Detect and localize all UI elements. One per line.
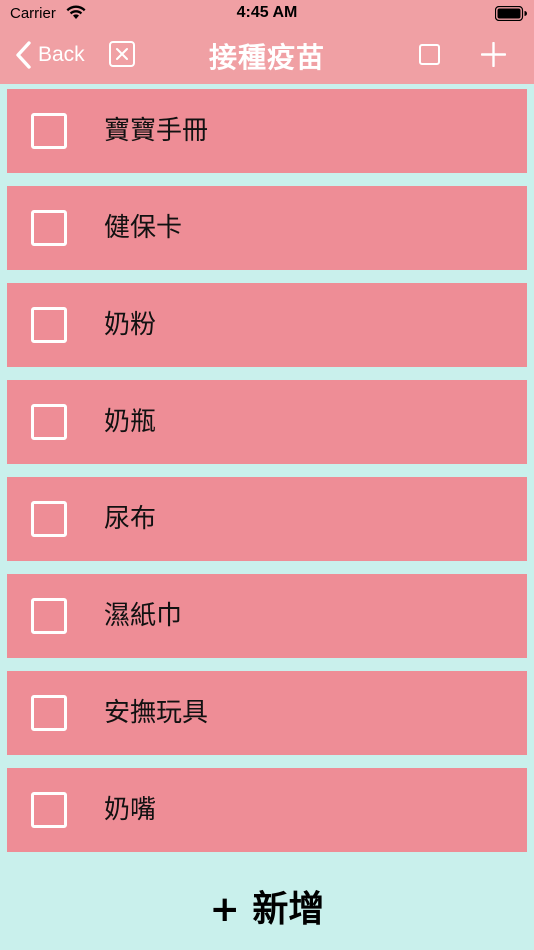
- plus-icon[interactable]: [481, 42, 506, 67]
- checklist: 寶寶手冊 健保卡 奶粉 奶瓶 尿布 濕紙巾 安撫玩具 奶嘴: [7, 89, 527, 865]
- list-item[interactable]: 濕紙巾: [7, 574, 527, 658]
- battery-icon: [495, 6, 527, 21]
- item-checkbox[interactable]: [31, 695, 67, 731]
- item-label: 濕紙巾: [104, 601, 183, 631]
- navigation-bar: Back 接種疫苗: [0, 28, 534, 84]
- status-time: 4:45 AM: [236, 4, 298, 21]
- item-label: 奶瓶: [104, 407, 157, 437]
- list-item[interactable]: 安撫玩具: [7, 671, 527, 755]
- item-checkbox[interactable]: [31, 792, 67, 828]
- item-checkbox[interactable]: [31, 404, 67, 440]
- page-title: 接種疫苗: [208, 41, 325, 74]
- item-label: 奶嘴: [104, 795, 157, 825]
- list-item[interactable]: 寶寶手冊: [7, 89, 527, 173]
- item-label: 尿布: [104, 504, 157, 534]
- item-checkbox[interactable]: [31, 113, 67, 149]
- top-bar: Carrier 4:45 AM Back 接種疫苗: [0, 0, 534, 84]
- list-item[interactable]: 健保卡: [7, 186, 527, 270]
- item-label: 安撫玩具: [104, 698, 209, 728]
- list-item[interactable]: 尿布: [7, 477, 527, 561]
- select-all-checkbox-icon[interactable]: [419, 44, 440, 65]
- status-bar: Carrier 4:45 AM: [0, 0, 534, 28]
- item-checkbox[interactable]: [31, 307, 67, 343]
- item-label: 奶粉: [104, 310, 157, 340]
- item-label: 健保卡: [104, 213, 183, 243]
- item-checkbox[interactable]: [31, 598, 67, 634]
- list-item[interactable]: 奶瓶: [7, 380, 527, 464]
- item-checkbox[interactable]: [31, 210, 67, 246]
- item-label: 寶寶手冊: [104, 116, 209, 146]
- list-item[interactable]: 奶粉: [7, 283, 527, 367]
- item-checkbox[interactable]: [31, 501, 67, 537]
- list-item[interactable]: 奶嘴: [7, 768, 527, 852]
- add-item-button[interactable]: + 新增: [0, 880, 534, 932]
